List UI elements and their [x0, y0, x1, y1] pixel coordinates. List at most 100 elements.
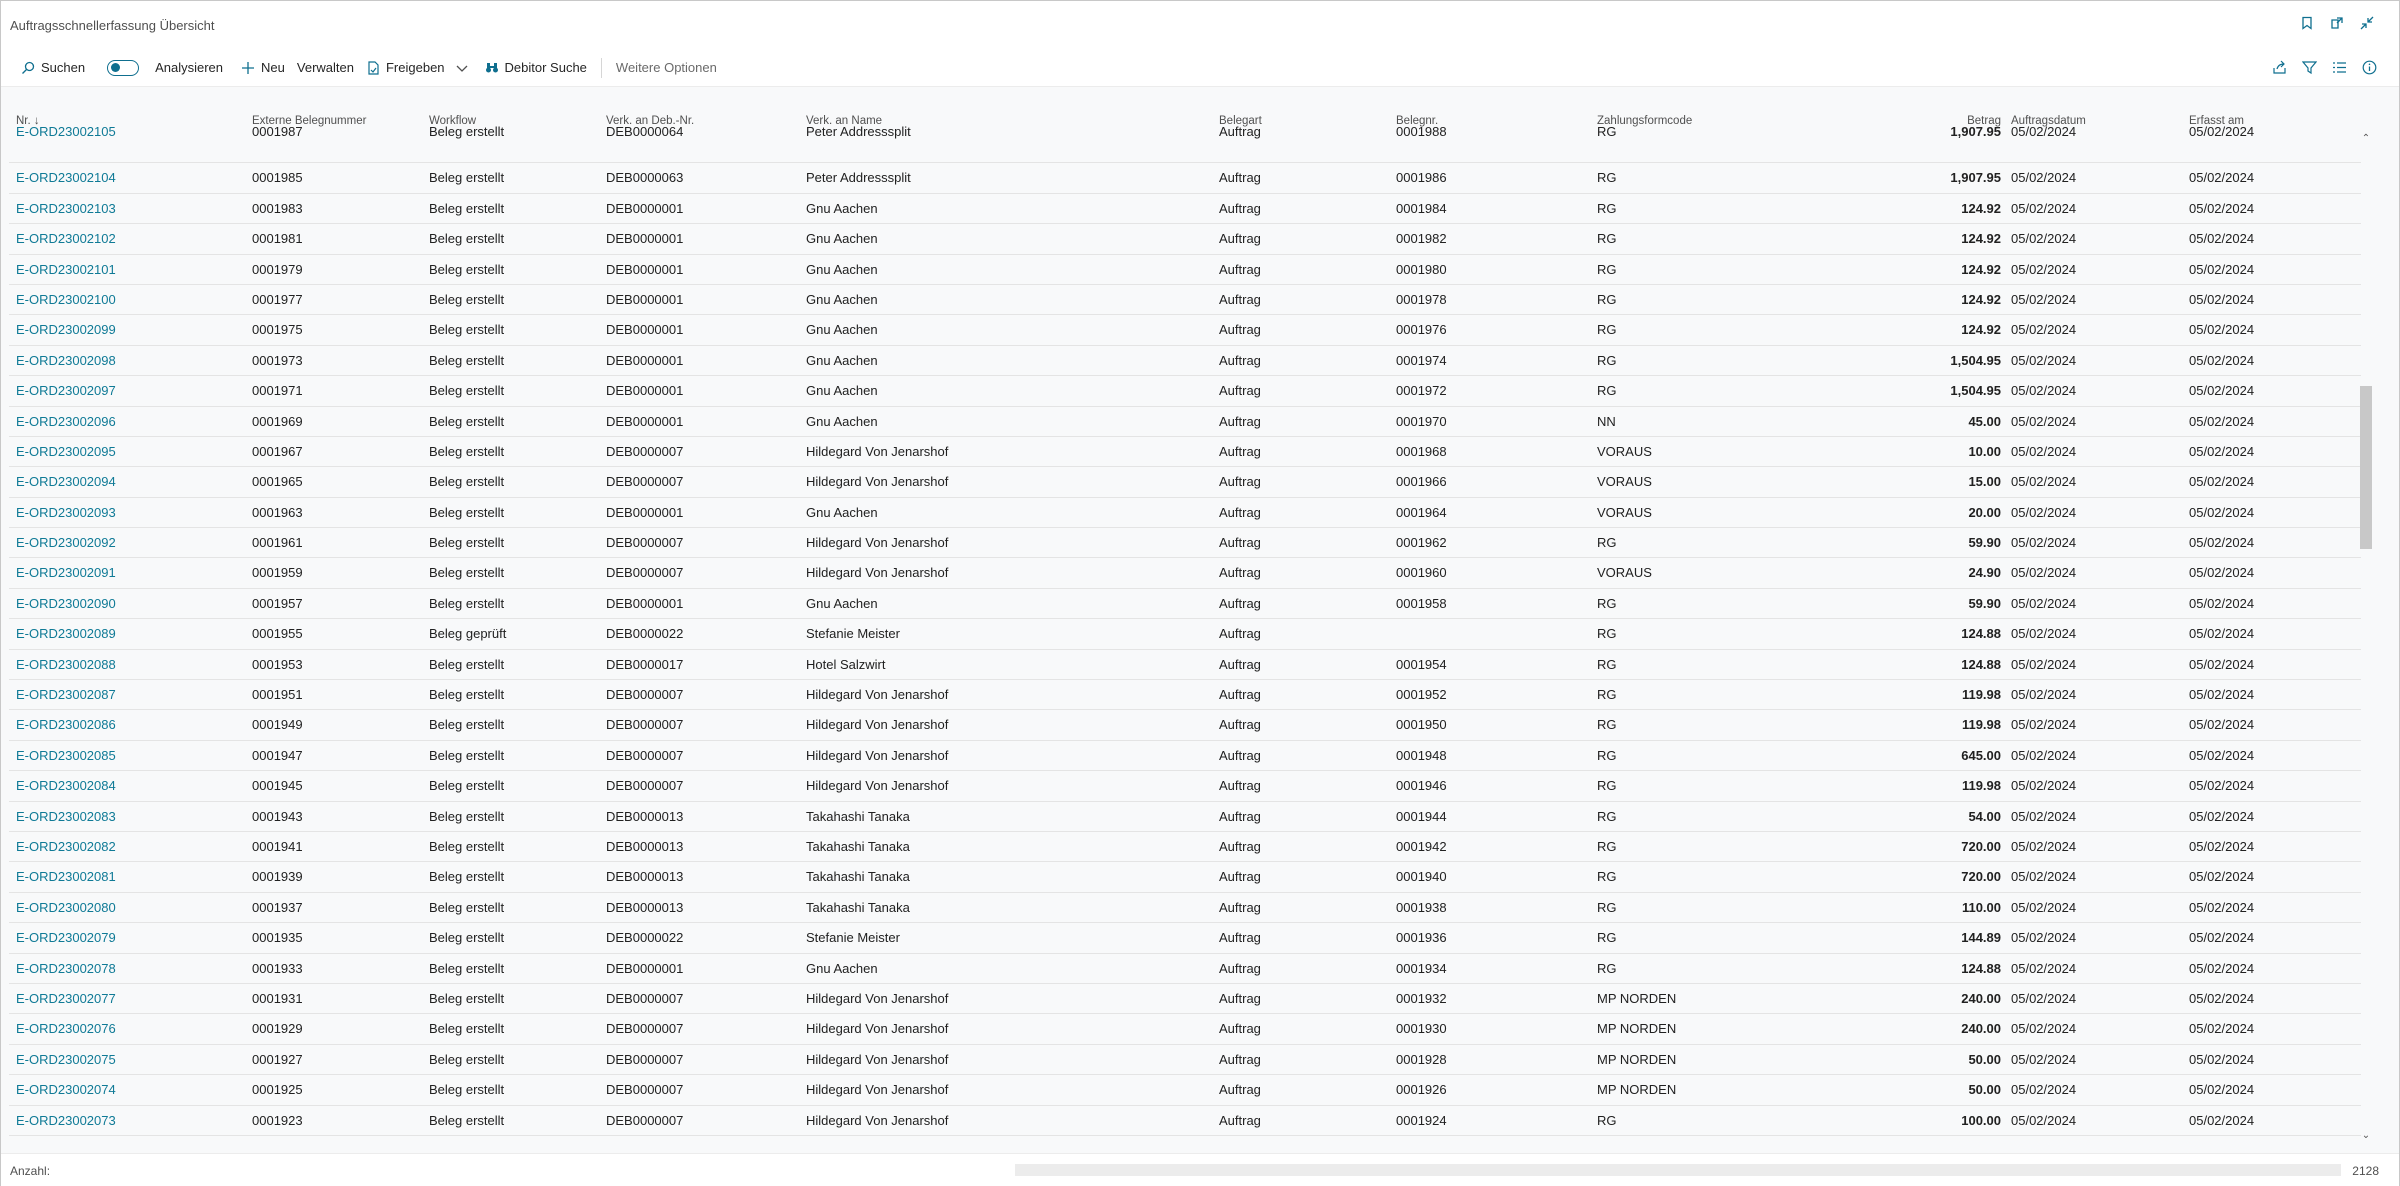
collapse-icon[interactable] [2359, 15, 2375, 31]
table-row[interactable]: E-ORD23002093 0001963 Beleg erstellt DEB000… [9, 498, 2361, 529]
cell-no[interactable]: E-ORD23002092 [16, 528, 116, 558]
table-row[interactable]: E-ORD23002095 0001967 Beleg erstellt DEB000… [9, 437, 2361, 468]
scroll-up-icon[interactable]: ⌃ [2361, 133, 2371, 144]
table-row[interactable]: E-ORD23002091 0001959 Beleg erstellt DEB000… [9, 558, 2361, 589]
cell-no[interactable]: E-ORD23002074 [16, 1075, 116, 1105]
table-row[interactable]: E-ORD23002100 0001977 Beleg erstellt DEB000… [9, 285, 2361, 316]
cell-no[interactable]: E-ORD23002089 [16, 619, 116, 649]
table-row[interactable]: E-ORD23002089 0001955 Beleg geprüft DEB0000… [9, 619, 2361, 650]
cell-workflow: Beleg erstellt [429, 1051, 505, 1067]
table-row[interactable]: E-ORD23002105 0001987 Beleg erstellt DEB000… [9, 125, 2361, 164]
cell-no[interactable]: E-ORD23002096 [16, 407, 116, 437]
cell-no[interactable]: E-ORD23002097 [16, 376, 116, 406]
cell-amount: 240.00 [1961, 1021, 2001, 1037]
open-new-window-icon[interactable] [2329, 15, 2345, 31]
release-button[interactable]: Freigeben [360, 54, 451, 82]
cell-no[interactable]: E-ORD23002090 [16, 589, 116, 619]
new-button[interactable]: Neu [235, 54, 291, 82]
cell-doc-no: 0001988 [1396, 124, 1447, 139]
cell-no[interactable]: E-ORD23002078 [16, 954, 116, 984]
cell-no[interactable]: E-ORD23002101 [16, 255, 116, 285]
cell-no[interactable]: E-ORD23002085 [16, 741, 116, 771]
table-row[interactable]: E-ORD23002103 0001983 Beleg erstellt DEB000… [9, 194, 2361, 225]
table-row[interactable]: E-ORD23002102 0001981 Beleg erstellt DEB000… [9, 224, 2361, 255]
vertical-scrollbar[interactable]: ⌃ ⌄ [2359, 133, 2373, 1145]
cell-no[interactable]: E-ORD23002105 [16, 125, 116, 139]
table-row[interactable]: E-ORD23002090 0001957 Beleg erstellt DEB000… [9, 589, 2361, 620]
cell-created-on: 05/02/2024 [2189, 383, 2255, 399]
cell-customer-name: Hildegard Von Jenarshof [806, 990, 949, 1006]
cell-no[interactable]: E-ORD23002084 [16, 771, 116, 801]
cell-no[interactable]: E-ORD23002095 [16, 437, 116, 467]
cell-no[interactable]: E-ORD23002080 [16, 893, 116, 923]
table-row[interactable]: E-ORD23002101 0001979 Beleg erstellt DEB000… [9, 255, 2361, 285]
cell-no[interactable]: E-ORD23002075 [16, 1045, 116, 1075]
cell-no[interactable]: E-ORD23002073 [16, 1106, 116, 1136]
analyze-toggle[interactable]: Analysieren [101, 54, 229, 82]
table-row[interactable]: E-ORD23002079 0001935 Beleg erstellt DEB000… [9, 923, 2361, 954]
scroll-down-icon[interactable]: ⌄ [2361, 1130, 2371, 1141]
cell-doc-no: 0001940 [1396, 869, 1447, 885]
table-row[interactable]: E-ORD23002074 0001925 Beleg erstellt DEB000… [9, 1075, 2361, 1106]
cell-no[interactable]: E-ORD23002086 [16, 710, 116, 740]
filter-icon[interactable] [2301, 59, 2317, 75]
cell-external-doc-no: 0001959 [252, 565, 303, 581]
cell-no[interactable]: E-ORD23002094 [16, 467, 116, 497]
debitor-search-button[interactable]: Debitor Suche [479, 54, 593, 82]
table-row[interactable]: E-ORD23002078 0001933 Beleg erstellt DEB000… [9, 954, 2361, 984]
cell-external-doc-no: 0001935 [252, 930, 303, 946]
table-row[interactable]: E-ORD23002097 0001971 Beleg erstellt DEB000… [9, 376, 2361, 407]
toggle-switch[interactable] [107, 59, 140, 76]
table-row[interactable]: E-ORD23002076 0001929 Beleg erstellt DEB000… [9, 1014, 2361, 1045]
bookmark-icon[interactable] [2299, 15, 2315, 31]
cell-no[interactable]: E-ORD23002103 [16, 194, 116, 224]
cell-amount: 124.88 [1961, 626, 2001, 642]
cell-no[interactable]: E-ORD23002102 [16, 224, 116, 254]
cell-doc-no: 0001984 [1396, 200, 1447, 216]
table-row[interactable]: E-ORD23002081 0001939 Beleg erstellt DEB000… [9, 862, 2361, 893]
cell-no[interactable]: E-ORD23002088 [16, 650, 116, 680]
cell-created-on: 05/02/2024 [2189, 1082, 2255, 1098]
manage-button[interactable]: Verwalten [291, 54, 360, 82]
cell-external-doc-no: 0001949 [252, 717, 303, 733]
cell-no[interactable]: E-ORD23002093 [16, 498, 116, 528]
cell-no[interactable]: E-ORD23002100 [16, 285, 116, 315]
table-row[interactable]: E-ORD23002086 0001949 Beleg erstellt DEB000… [9, 710, 2361, 741]
cell-no[interactable]: E-ORD23002104 [16, 163, 116, 193]
more-actions-dropdown[interactable] [451, 54, 473, 82]
table-row[interactable]: E-ORD23002085 0001947 Beleg erstellt DEB000… [9, 741, 2361, 772]
cell-no[interactable]: E-ORD23002077 [16, 984, 116, 1014]
table-row[interactable]: E-ORD23002073 0001923 Beleg erstellt DEB000… [9, 1106, 2361, 1136]
table-row[interactable]: E-ORD23002075 0001927 Beleg erstellt DEB000… [9, 1045, 2361, 1076]
more-options-button[interactable]: Weitere Optionen [610, 54, 723, 82]
share-icon[interactable] [2271, 59, 2287, 75]
cell-created-on: 05/02/2024 [2189, 960, 2255, 976]
table-row[interactable]: E-ORD23002077 0001931 Beleg erstellt DEB000… [9, 984, 2361, 1015]
table-row[interactable]: E-ORD23002099 0001975 Beleg erstellt DEB000… [9, 315, 2361, 346]
scrollbar-thumb[interactable] [2360, 386, 2372, 549]
table-row[interactable]: E-ORD23002096 0001969 Beleg erstellt DEB000… [9, 407, 2361, 437]
table-row[interactable]: E-ORD23002088 0001953 Beleg erstellt DEB000… [9, 650, 2361, 681]
table-row[interactable]: E-ORD23002080 0001937 Beleg erstellt DEB000… [9, 893, 2361, 924]
horizontal-scrollbar[interactable] [1015, 1164, 2341, 1176]
table-row[interactable]: E-ORD23002084 0001945 Beleg erstellt DEB000… [9, 771, 2361, 802]
cell-no[interactable]: E-ORD23002082 [16, 832, 116, 862]
cell-no[interactable]: E-ORD23002081 [16, 862, 116, 892]
table-row[interactable]: E-ORD23002098 0001973 Beleg erstellt DEB000… [9, 346, 2361, 377]
cell-no[interactable]: E-ORD23002083 [16, 802, 116, 832]
cell-no[interactable]: E-ORD23002091 [16, 558, 116, 588]
search-button[interactable]: Suchen [15, 54, 91, 82]
table-row[interactable]: E-ORD23002087 0001951 Beleg erstellt DEB000… [9, 680, 2361, 711]
table-row[interactable]: E-ORD23002092 0001961 Beleg erstellt DEB000… [9, 528, 2361, 559]
table-row[interactable]: E-ORD23002094 0001965 Beleg erstellt DEB000… [9, 467, 2361, 498]
cell-no[interactable]: E-ORD23002098 [16, 346, 116, 376]
cell-no[interactable]: E-ORD23002099 [16, 315, 116, 345]
info-icon[interactable] [2361, 59, 2377, 75]
cell-no[interactable]: E-ORD23002079 [16, 923, 116, 953]
table-row[interactable]: E-ORD23002104 0001985 Beleg erstellt DEB000… [9, 163, 2361, 194]
table-row[interactable]: E-ORD23002082 0001941 Beleg erstellt DEB000… [9, 832, 2361, 863]
cell-no[interactable]: E-ORD23002087 [16, 680, 116, 710]
list-view-icon[interactable] [2331, 59, 2347, 75]
cell-no[interactable]: E-ORD23002076 [16, 1014, 116, 1044]
table-row[interactable]: E-ORD23002083 0001943 Beleg erstellt DEB000… [9, 802, 2361, 832]
